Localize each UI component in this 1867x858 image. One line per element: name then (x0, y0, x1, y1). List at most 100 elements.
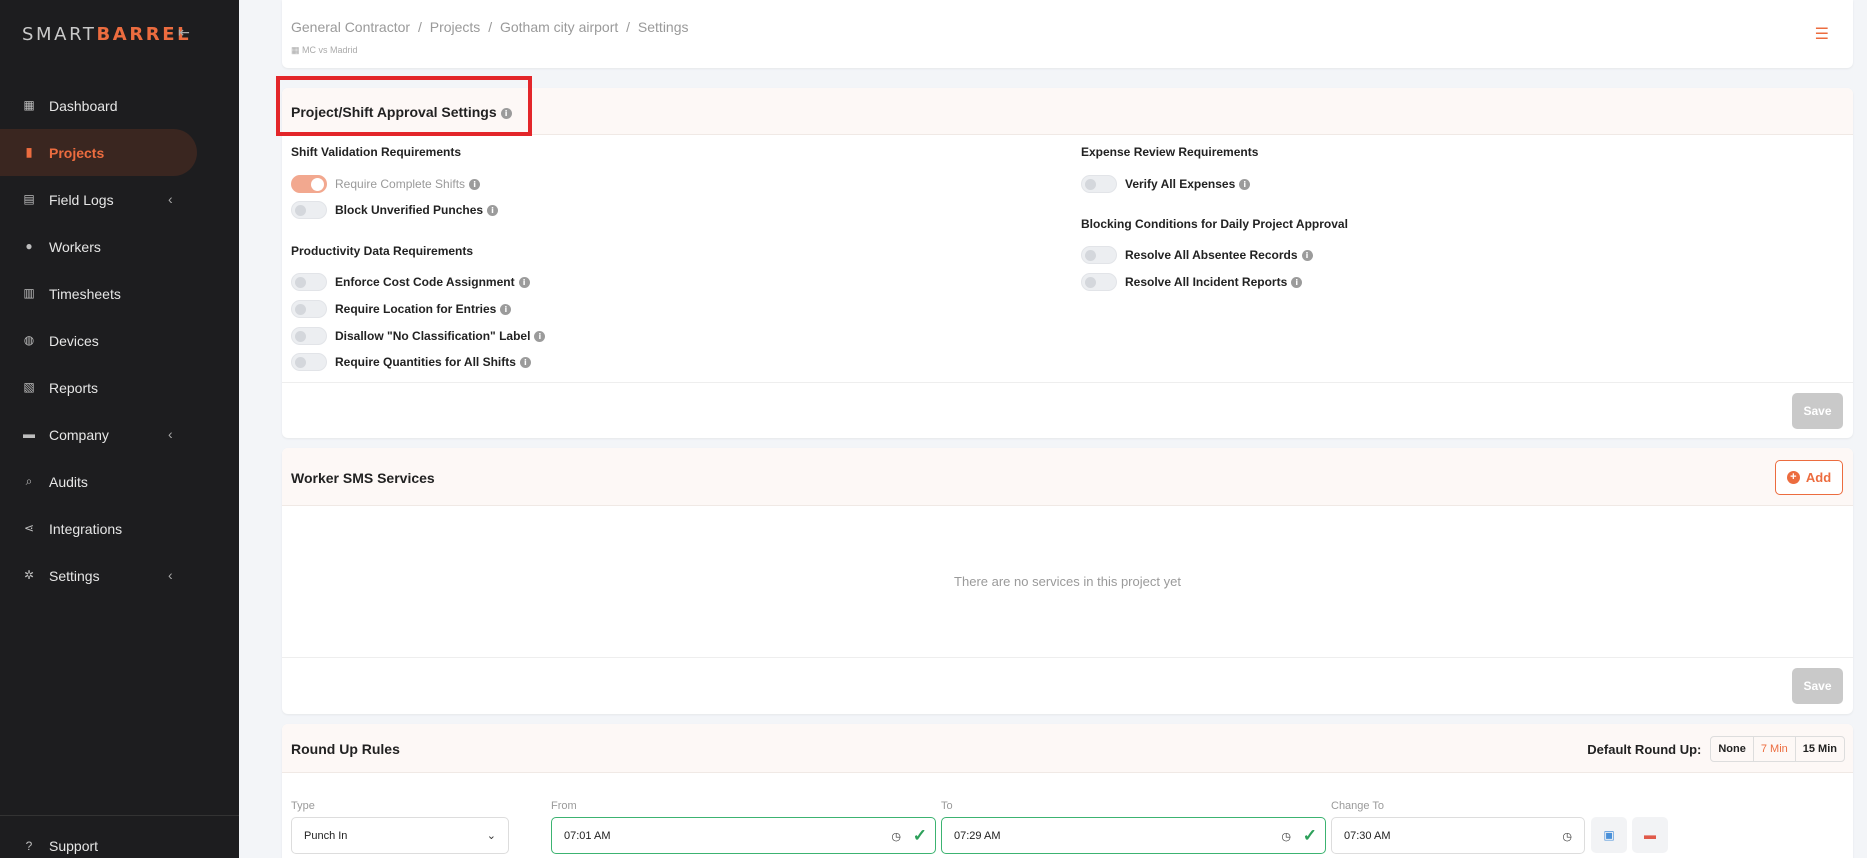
toggle-label: Require Location for Entries (335, 302, 497, 316)
sidebar-item-company[interactable]: ▬ Company ‹ (0, 411, 239, 458)
blocking-conditions-heading: Blocking Conditions for Daily Project Ap… (1081, 217, 1348, 231)
clock-icon[interactable]: ◷ (891, 830, 901, 843)
block-unverified-punches-toggle[interactable] (291, 201, 327, 219)
toggle-label: Require Quantities for All Shifts (335, 355, 516, 369)
sidebar-nav: ▦ Dashboard ▮ Projects ▤ Field Logs ‹ ● … (0, 82, 239, 599)
check-icon: ✓ (1302, 826, 1317, 845)
sidebar-item-settings[interactable]: ✲ Settings ‹ (0, 552, 239, 599)
sidebar-item-label: Devices (49, 332, 99, 349)
project-subtitle: ▦ MC vs Madrid (291, 45, 358, 56)
dashboard-icon: ▦ (23, 98, 35, 112)
sidebar-item-workers[interactable]: ● Workers (0, 223, 239, 270)
sidebar-item-audits[interactable]: ⌕ Audits (0, 458, 239, 505)
company-icon: ▬ (23, 427, 35, 441)
chevron-down-icon: ⌄ (486, 830, 496, 842)
info-icon[interactable]: i (1301, 249, 1313, 261)
sidebar-item-timesheets[interactable]: ▥ Timesheets (0, 270, 239, 317)
menu-icon[interactable]: ☰ (1815, 24, 1829, 44)
sidebar-item-field-logs[interactable]: ▤ Field Logs ‹ (0, 176, 239, 223)
trash-icon[interactable]: ▬ (1632, 817, 1668, 853)
toggle-row-verify-expenses: Verify All Expenses i (1081, 174, 1251, 194)
save-row-icon[interactable]: ▣ (1591, 817, 1627, 853)
reports-icon: ▧ (23, 380, 35, 394)
clock-icon[interactable]: ◷ (1281, 830, 1291, 843)
logo[interactable]: SMART BARREL (22, 22, 191, 46)
toggle-label: Block Unverified Punches (335, 203, 484, 217)
help-icon: ? (25, 839, 33, 853)
sms-services-title: Worker SMS Services (291, 470, 435, 486)
add-service-button[interactable]: + Add (1775, 460, 1843, 495)
sidebar-item-integrations[interactable]: ⋖ Integrations (0, 505, 239, 552)
enforce-cost-code-toggle[interactable] (291, 273, 327, 291)
change-to-time-input[interactable]: 07:30 AM ◷ (1331, 817, 1585, 854)
toggle-label: Resolve All Absentee Records (1125, 248, 1298, 262)
logo-text-smart: SMART (22, 23, 97, 45)
plus-icon: + (1786, 471, 1800, 484)
toggle-row-require-complete-shifts: Require Complete Shifts i (291, 174, 481, 194)
resolve-incident-toggle[interactable] (1081, 273, 1117, 291)
toggle-label: Resolve All Incident Reports (1125, 275, 1288, 289)
breadcrumb-separator: / (626, 19, 631, 35)
toggle-label: Verify All Expenses (1125, 177, 1236, 191)
gear-icon: ✲ (23, 568, 35, 582)
expense-review-heading: Expense Review Requirements (1081, 145, 1259, 159)
collapse-sidebar-icon[interactable]: ⇤ (176, 24, 192, 40)
round-up-option-15-min[interactable]: 15 Min (1796, 737, 1844, 761)
require-location-toggle[interactable] (291, 300, 327, 318)
breadcrumb-general-contractor[interactable]: General Contractor (291, 19, 410, 35)
info-icon[interactable]: i (487, 204, 499, 216)
info-icon[interactable]: i (1239, 178, 1251, 190)
disallow-no-classification-toggle[interactable] (291, 327, 327, 345)
verify-expenses-toggle[interactable] (1081, 175, 1117, 193)
type-select[interactable]: Punch In ⌄ (291, 817, 509, 854)
divider (282, 657, 1853, 658)
info-icon[interactable]: i (1291, 276, 1303, 288)
info-icon[interactable]: i (518, 276, 530, 288)
type-label: Type (291, 800, 315, 812)
clock-icon[interactable]: ◷ (1562, 830, 1572, 843)
sidebar-item-label: Support (49, 838, 99, 854)
breadcrumb: General Contractor / Projects / Gotham c… (291, 19, 693, 35)
building-icon: ▦ (291, 45, 300, 55)
sidebar-item-support[interactable]: ? Support (0, 823, 239, 858)
type-value: Punch In (304, 829, 348, 842)
sidebar-item-projects[interactable]: ▮ Projects (0, 129, 197, 176)
round-up-option-7-min[interactable]: 7 Min (1754, 737, 1796, 761)
chevron-left-icon: ‹ (168, 426, 173, 442)
require-quantities-toggle[interactable] (291, 353, 327, 371)
info-icon[interactable]: i (534, 330, 546, 342)
sidebar-item-reports[interactable]: ▧ Reports (0, 364, 239, 411)
round-up-option-none[interactable]: None (1711, 737, 1754, 761)
productivity-heading: Productivity Data Requirements (291, 244, 474, 258)
sms-save-button[interactable]: Save (1792, 668, 1843, 704)
chevron-left-icon: ‹ (168, 567, 173, 583)
approval-settings-card: Project/Shift Approval Settings i Shift V… (282, 88, 1853, 438)
breadcrumb-projects[interactable]: Projects (430, 19, 481, 35)
add-label: Add (1805, 470, 1832, 485)
highlight-box (276, 76, 532, 136)
sidebar-item-dashboard[interactable]: ▦ Dashboard (0, 82, 239, 129)
sidebar-item-devices[interactable]: ◍ Devices (0, 317, 239, 364)
sidebar-item-label: Workers (49, 238, 101, 255)
info-icon[interactable]: i (519, 356, 531, 368)
projects-icon: ▮ (25, 145, 33, 159)
require-complete-shifts-toggle[interactable] (291, 175, 327, 193)
toggle-label: Enforce Cost Code Assignment (335, 275, 515, 289)
resolve-absentee-toggle[interactable] (1081, 246, 1117, 264)
from-time-input[interactable]: 07:01 AM ◷ ✓ (551, 817, 936, 854)
field-logs-icon: ▤ (23, 192, 35, 206)
info-icon[interactable]: i (500, 303, 512, 315)
change-to-label: Change To (1331, 800, 1385, 812)
toggle-row-disallow-no-classification: Disallow "No Classification" Label i (291, 326, 546, 346)
card-header: Round Up Rules Default Round Up: None 7 … (282, 724, 1853, 773)
card-header: Worker SMS Services + Add (282, 448, 1853, 506)
project-subtitle-text: MC vs Madrid (302, 45, 358, 55)
workers-icon: ● (25, 239, 33, 253)
toggle-row-require-location: Require Location for Entries i (291, 299, 512, 319)
breadcrumb-settings: Settings (637, 19, 689, 35)
to-time-input[interactable]: 07:29 AM ◷ ✓ (941, 817, 1326, 854)
breadcrumb-project[interactable]: Gotham city airport (500, 19, 618, 35)
empty-state-text: There are no services in this project ye… (954, 574, 1181, 589)
info-icon[interactable]: i (469, 178, 481, 190)
approval-save-button[interactable]: Save (1792, 393, 1843, 429)
